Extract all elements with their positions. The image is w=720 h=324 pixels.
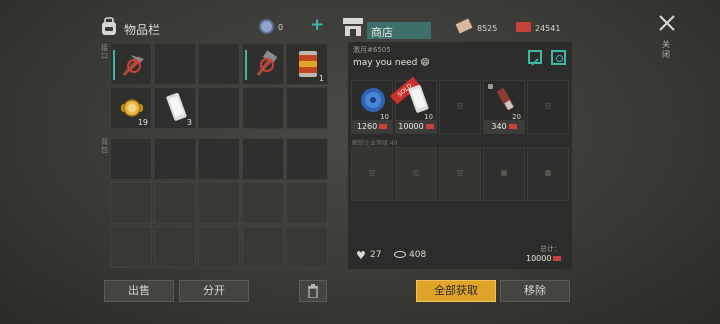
inventory-slot-9[interactable] xyxy=(242,87,284,129)
total-label: 总计： xyxy=(540,245,561,253)
backpack-slot[interactable] xyxy=(198,182,240,224)
backpack-slot[interactable] xyxy=(286,138,328,180)
trash-icon xyxy=(308,284,318,299)
shop-item-slot[interactable]: 空 xyxy=(439,147,481,201)
empty-label: 空 xyxy=(456,102,464,110)
shop-owner: 激月#6505 xyxy=(353,45,391,55)
item-price: 10000 xyxy=(396,120,436,133)
shop-message: may you need 😄 xyxy=(353,58,430,68)
backpack-slot[interactable] xyxy=(110,138,152,180)
shop-item-slot[interactable]: 空 xyxy=(351,147,393,201)
backpack-slot[interactable] xyxy=(198,138,240,180)
backpack-slot[interactable] xyxy=(242,226,284,268)
inventory-slot-2[interactable] xyxy=(154,43,196,85)
delete-button[interactable] xyxy=(299,280,327,302)
lock-icon xyxy=(501,170,507,176)
slot-count: 3 xyxy=(186,118,192,127)
backpack-slot[interactable] xyxy=(154,138,196,180)
ticket-icon xyxy=(455,18,473,34)
inventory-slot-10[interactable] xyxy=(286,87,328,129)
backpack-icon xyxy=(100,16,118,36)
shop-title-text: 商店 xyxy=(371,26,393,39)
add-coin-button[interactable]: + xyxy=(310,17,324,34)
item-price: 340 xyxy=(484,120,524,133)
currency1-value: 8525 xyxy=(477,24,498,33)
camera-icon xyxy=(556,55,563,62)
close-button[interactable] xyxy=(657,13,677,33)
backpack-slot[interactable] xyxy=(198,226,240,268)
smartphone-icon xyxy=(166,92,187,121)
smartphone-icon xyxy=(408,84,429,113)
side-label-top: 接口 xyxy=(101,44,108,60)
empty-label: 空 xyxy=(544,102,552,110)
backpack-slot[interactable] xyxy=(154,182,196,224)
owner-id: #6505 xyxy=(367,46,391,54)
shop-item-3[interactable]: 空 xyxy=(439,80,481,134)
likes-count: 27 xyxy=(370,250,382,260)
wire-spool-icon xyxy=(361,88,385,112)
coin-icon xyxy=(259,19,274,34)
remove-button[interactable]: 移除 xyxy=(500,280,570,302)
backpack-slot[interactable] xyxy=(154,226,196,268)
backpack-slot[interactable] xyxy=(242,138,284,180)
backpack-slot[interactable] xyxy=(286,226,328,268)
heart-icon: ♥ xyxy=(356,249,366,262)
currency2-value: 24541 xyxy=(535,24,561,33)
buy-all-button[interactable]: 全部获取 xyxy=(416,280,496,302)
shop-item-5[interactable]: 空 xyxy=(527,80,569,134)
backpack-slot[interactable] xyxy=(242,182,284,224)
backpack-slot[interactable] xyxy=(110,182,152,224)
side-label-bottom: 背包 xyxy=(101,138,108,154)
shop-icon xyxy=(343,18,363,36)
syringe-icon xyxy=(497,88,514,111)
screenshot-button[interactable] xyxy=(551,50,566,65)
inventory-slot-1[interactable] xyxy=(110,43,152,85)
total-value: 10000 xyxy=(526,254,562,263)
inventory-title: 物品栏 xyxy=(124,23,161,37)
slot-count: 1 xyxy=(318,74,324,83)
inventory-slot-5[interactable]: 1 xyxy=(286,43,328,85)
owner-name: 激月 xyxy=(353,46,367,54)
shop-item-2[interactable]: SOLD 10 10000 xyxy=(389,76,437,134)
sell-button[interactable]: 出售 xyxy=(104,280,174,302)
backpack-slot[interactable] xyxy=(110,226,152,268)
split-button[interactable]: 分开 xyxy=(179,280,249,302)
red-ticket-icon xyxy=(516,22,531,32)
locked-slot[interactable] xyxy=(527,147,569,201)
item-price: 1260 xyxy=(352,120,392,133)
views-count: 408 xyxy=(409,250,427,260)
pickaxe-icon xyxy=(122,55,144,76)
shop-item-4[interactable]: 20 340 xyxy=(483,80,525,134)
inventory-slot-6[interactable]: 19 xyxy=(110,87,152,129)
eye-icon xyxy=(394,251,406,258)
inventory-slot-3[interactable] xyxy=(198,43,240,85)
shop-item-1[interactable]: 10 1260 xyxy=(351,80,393,134)
lock-icon xyxy=(545,170,551,176)
backpack-slot[interactable] xyxy=(286,182,328,224)
inventory-slot-7[interactable]: 3 xyxy=(154,87,196,129)
close-label: 关闭 xyxy=(662,40,670,59)
edit-icon xyxy=(531,58,539,66)
hammer-icon xyxy=(256,50,278,76)
coin-count: 0 xyxy=(278,23,284,32)
inventory-slot-8[interactable] xyxy=(198,87,240,129)
locked-slot[interactable] xyxy=(483,147,525,201)
close-icon xyxy=(659,15,675,31)
unlock-hint: 解锁企业等级 49 xyxy=(352,140,398,147)
canned-food-icon xyxy=(299,51,317,77)
shop-item-slot[interactable]: 空 xyxy=(395,147,437,201)
slot-count: 19 xyxy=(137,118,148,127)
inventory-slot-4[interactable] xyxy=(242,43,284,85)
edit-button[interactable] xyxy=(528,50,542,66)
shop-title: 商店 xyxy=(367,22,431,39)
